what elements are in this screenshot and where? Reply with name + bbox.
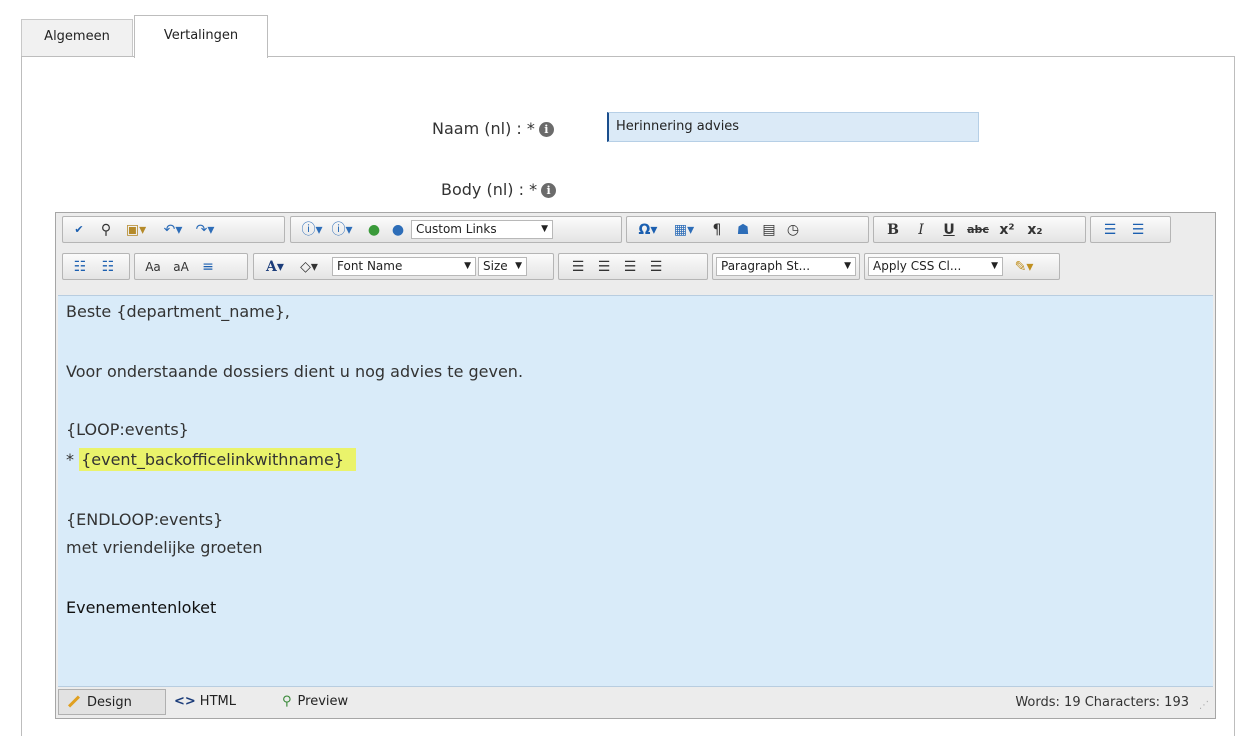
- spellcheck-icon[interactable]: ✔: [69, 221, 89, 239]
- toolbar-group-css: Apply CSS Cl... ▼ ✎▾: [864, 253, 1060, 280]
- align-icon[interactable]: ≡: [197, 258, 219, 276]
- name-label: Naam (nl) : * i: [432, 119, 554, 138]
- highlight-color-icon[interactable]: ◇▾: [294, 258, 324, 276]
- content-line: Beste {department_name},: [66, 302, 290, 321]
- apply-css-dropdown[interactable]: Apply CSS Cl... ▼: [868, 257, 1003, 276]
- custom-links-dropdown[interactable]: Custom Links ▼: [411, 220, 553, 239]
- resize-grip-icon[interactable]: ⋰: [1199, 700, 1209, 711]
- content-bullet: *: [66, 450, 80, 469]
- image-manager-icon[interactable]: ⓘ▾: [329, 221, 355, 239]
- content-line: Voor onderstaande dossiers dient u nog a…: [66, 362, 524, 381]
- italic-icon[interactable]: I: [910, 221, 932, 239]
- toolbar-group-format: B I U abc x² x₂: [873, 216, 1086, 243]
- font-name-dropdown[interactable]: Font Name ▼: [332, 257, 476, 276]
- word-character-count: Words: 19 Characters: 193: [1015, 695, 1189, 710]
- justify-icon[interactable]: ☰: [645, 258, 667, 276]
- toolbar-row-1: ✔ ⚲ ▣▾ ↶▾ ↷▾ ⓘ▾ ⓘ▾ ● ● Custom Links ▼ Ω▾ …: [58, 213, 1215, 245]
- outdent-icon[interactable]: ☰: [1127, 221, 1149, 239]
- link-icon[interactable]: ●: [363, 221, 385, 239]
- tab-vertalingen[interactable]: Vertalingen: [134, 15, 268, 58]
- html-label: HTML: [199, 694, 236, 709]
- toolbar-group-justify: ☰ ☰ ☰ ☰: [558, 253, 708, 280]
- html-mode-button[interactable]: <> HTML: [174, 689, 254, 715]
- strikethrough-icon[interactable]: abc: [964, 221, 992, 239]
- bold-icon[interactable]: B: [882, 221, 904, 239]
- editor-content-area[interactable]: Beste {department_name}, Voor onderstaan…: [58, 295, 1213, 687]
- chevron-down-icon: ▼: [464, 261, 471, 271]
- subscript-icon[interactable]: x₂: [1024, 221, 1046, 239]
- toolbar-group-paragraph: Paragraph St... ▼: [712, 253, 860, 280]
- font-size-label: Size: [483, 259, 508, 273]
- rich-text-editor: ✔ ⚲ ▣▾ ↶▾ ↷▾ ⓘ▾ ⓘ▾ ● ● Custom Links ▼ Ω▾ …: [55, 212, 1216, 719]
- indent-icon[interactable]: ☰: [1099, 221, 1121, 239]
- body-label-text: Body (nl) : *: [441, 180, 538, 199]
- toolbar-group-indent: ☰ ☰: [1090, 216, 1171, 243]
- body-label: Body (nl) : * i: [441, 180, 557, 199]
- apply-css-label: Apply CSS Cl...: [873, 259, 962, 273]
- align-left-icon[interactable]: ☰: [567, 258, 589, 276]
- content-line: {ENDLOOP:events}: [66, 510, 224, 529]
- preview-mode-button[interactable]: ⚲ Preview: [282, 689, 382, 715]
- font-name-label: Font Name: [337, 259, 403, 273]
- preview-label: Preview: [297, 694, 349, 709]
- uppercase-icon[interactable]: aA: [169, 258, 193, 276]
- font-color-icon[interactable]: A▾: [260, 258, 290, 276]
- symbol-icon[interactable]: Ω▾: [633, 221, 663, 239]
- pencil-icon: [67, 695, 81, 708]
- numbered-list-icon[interactable]: ☷: [69, 258, 91, 276]
- toolbar-group-font: A▾ ◇▾ Font Name ▼ Size ▼: [253, 253, 554, 280]
- editor-mode-bar: Design <> HTML ⚲ Preview Words: 19 Charact…: [56, 686, 1215, 718]
- toolbar-group-insert: Ω▾ ▦▾ ¶ ☗ ▤ ◷: [626, 216, 869, 243]
- find-replace-icon[interactable]: ⚲: [95, 221, 117, 239]
- content-line: met vriendelijke groeten: [66, 538, 263, 557]
- font-size-dropdown[interactable]: Size ▼: [478, 257, 527, 276]
- toolbar-group-lists: ☷ ☷: [62, 253, 130, 280]
- code-icon: <>: [174, 694, 196, 709]
- toolbar-row-2: ☷ ☷ Aa aA ≡ A▾ ◇▾ Font Name ▼ Size ▼ ☰ ☰ ☰…: [58, 250, 1215, 282]
- custom-links-label: Custom Links: [416, 222, 497, 236]
- toolbar-group-edit: ✔ ⚲ ▣▾ ↶▾ ↷▾: [62, 216, 285, 243]
- time-icon[interactable]: ◷: [783, 221, 803, 239]
- info-icon[interactable]: i: [538, 122, 554, 137]
- name-input[interactable]: Herinnering advies: [607, 112, 979, 142]
- toolbar-group-case: Aa aA ≡: [134, 253, 248, 280]
- underline-icon[interactable]: U: [938, 221, 960, 239]
- content-line: Evenementenloket: [66, 598, 217, 617]
- lowercase-icon[interactable]: Aa: [141, 258, 165, 276]
- template-icon[interactable]: ☗: [733, 221, 753, 239]
- chevron-down-icon: ▼: [515, 261, 522, 271]
- paste-icon[interactable]: ▣▾: [121, 221, 151, 239]
- design-label: Design: [87, 695, 132, 710]
- table-icon[interactable]: ▦▾: [669, 221, 699, 239]
- bulleted-list-icon[interactable]: ☷: [97, 258, 119, 276]
- info-icon[interactable]: i: [541, 183, 557, 198]
- chevron-down-icon: ▼: [991, 261, 998, 271]
- tab-algemeen[interactable]: Algemeen: [21, 19, 133, 57]
- date-icon[interactable]: ▤: [759, 221, 779, 239]
- chevron-down-icon: ▼: [844, 261, 851, 271]
- content-line: {LOOP:events}: [66, 420, 189, 439]
- content-line: * {event_backofficelinkwithname}: [66, 448, 356, 471]
- remove-link-icon[interactable]: ●: [387, 221, 409, 239]
- paragraph-style-label: Paragraph St...: [721, 259, 811, 273]
- superscript-icon[interactable]: x²: [996, 221, 1018, 239]
- format-stripper-icon[interactable]: ✎▾: [1009, 258, 1039, 276]
- highlighted-placeholder: {event_backofficelinkwithname}: [79, 448, 356, 471]
- align-right-icon[interactable]: ☰: [619, 258, 641, 276]
- redo-icon[interactable]: ↷▾: [191, 221, 219, 239]
- insert-image-icon[interactable]: ⓘ▾: [299, 221, 325, 239]
- design-mode-button[interactable]: Design: [58, 689, 166, 715]
- paragraph-style-dropdown[interactable]: Paragraph St... ▼: [716, 257, 856, 276]
- magnifier-icon: ⚲: [282, 694, 292, 709]
- name-label-text: Naam (nl) : *: [432, 119, 535, 138]
- undo-icon[interactable]: ↶▾: [159, 221, 187, 239]
- toolbar-group-links: ⓘ▾ ⓘ▾ ● ● Custom Links ▼: [290, 216, 622, 243]
- chevron-down-icon: ▼: [541, 224, 548, 234]
- align-center-icon[interactable]: ☰: [593, 258, 615, 276]
- paragraph-mark-icon[interactable]: ¶: [707, 221, 727, 239]
